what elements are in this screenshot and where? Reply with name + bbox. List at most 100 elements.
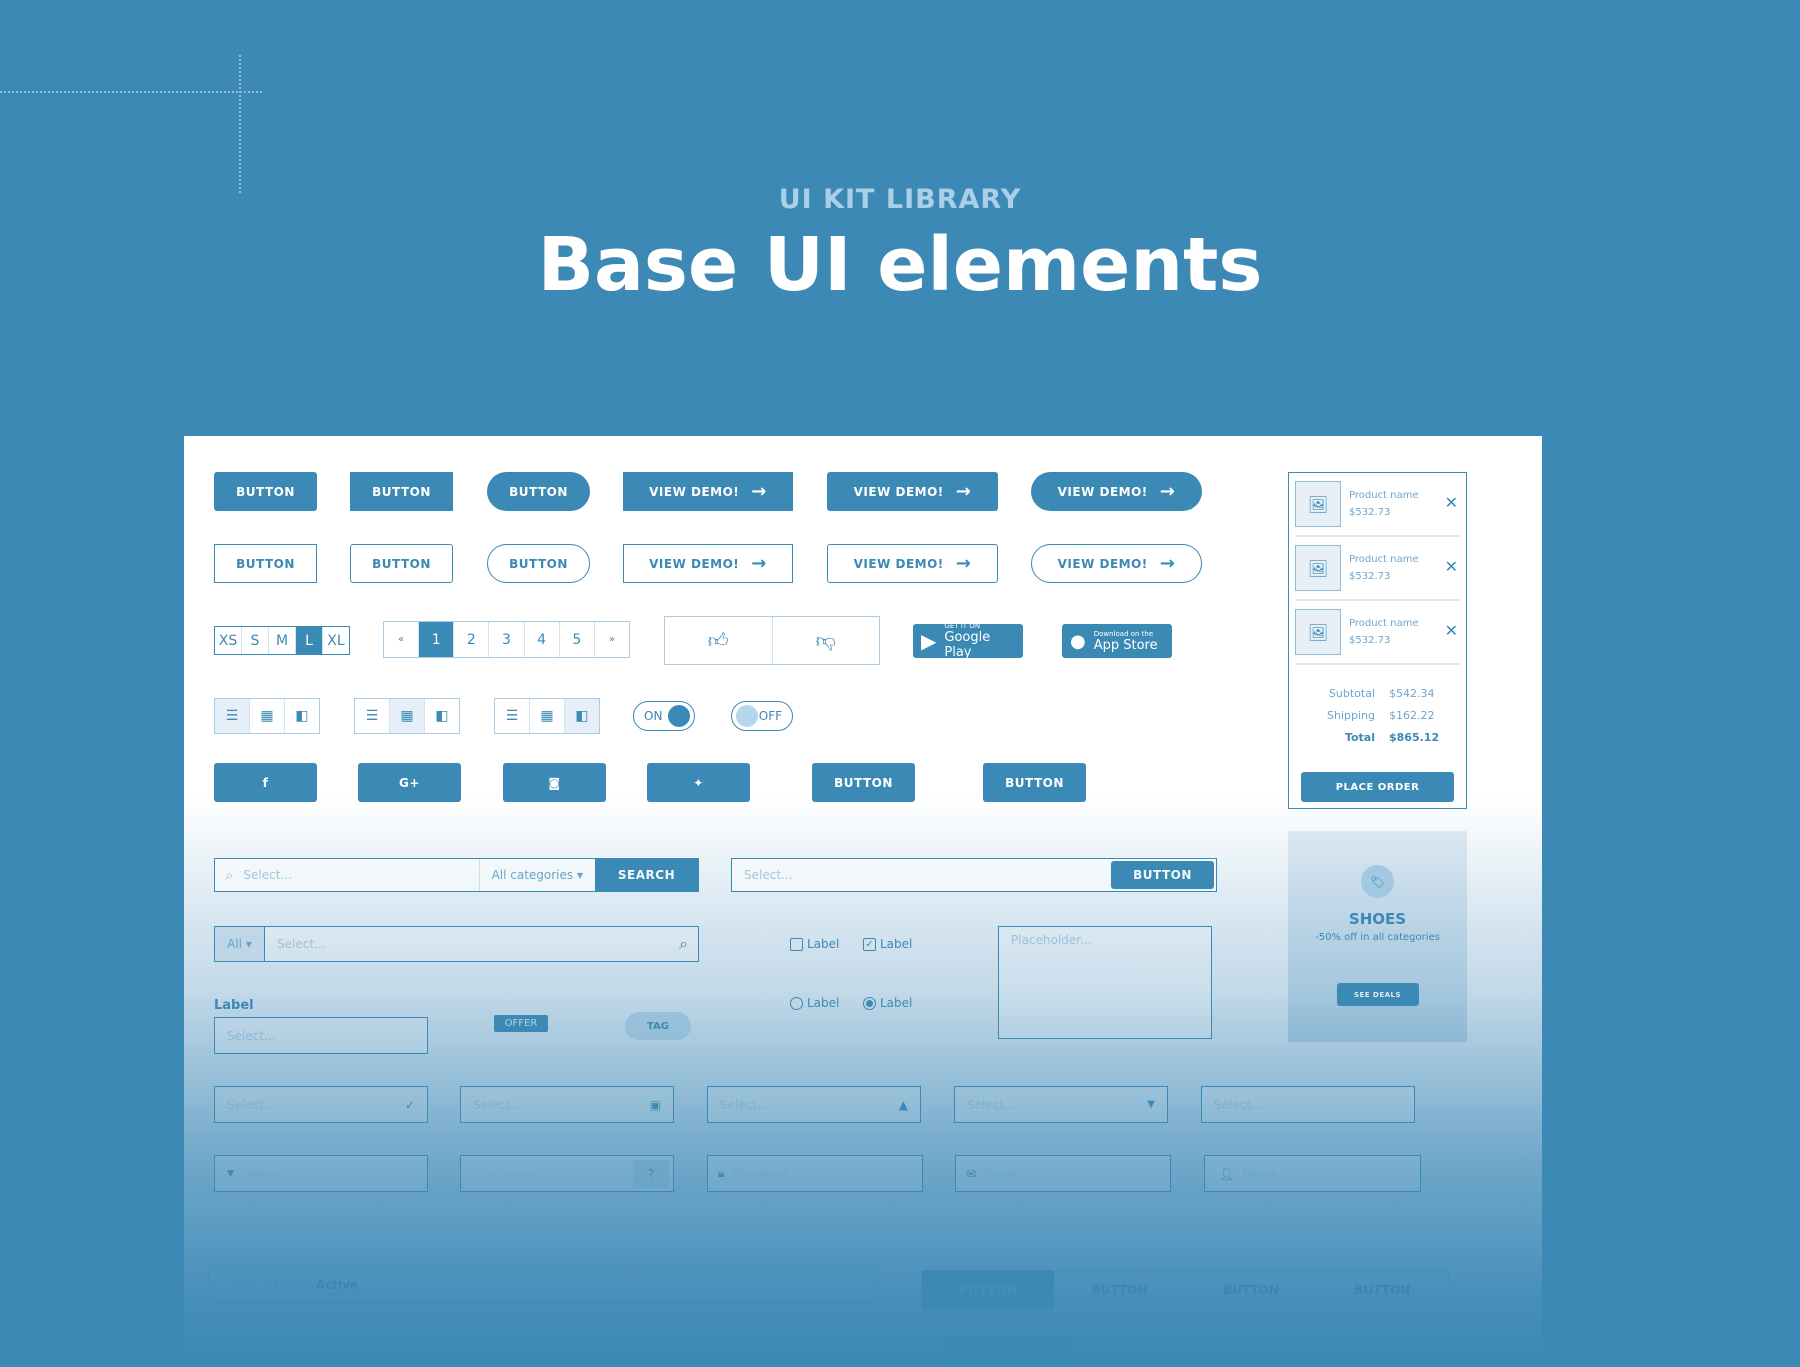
button-filled[interactable]: BUTTON	[983, 763, 1086, 802]
toggle-on[interactable]: ON	[633, 701, 695, 731]
page-4[interactable]: 4	[525, 622, 560, 657]
total-value: $865.12	[1389, 731, 1440, 744]
view-demo-button-pill[interactable]: VIEW DEMO! →	[1031, 472, 1202, 511]
select-left-caret[interactable]: ▼ Select...	[214, 1155, 428, 1192]
card-number-input[interactable]: ····-····-····-····?	[460, 1155, 674, 1192]
thumbs-up-icon[interactable]: 👍︎	[665, 617, 773, 664]
view-demo-outline-button[interactable]: VIEW DEMO! →	[827, 544, 998, 583]
tab-button[interactable]: BUTTON	[1185, 1283, 1316, 1297]
size-l[interactable]: L	[296, 627, 323, 654]
password-input[interactable]: 🔒︎ Password	[707, 1155, 923, 1192]
search-button[interactable]: SEARCH	[595, 859, 698, 891]
search-input[interactable]: Select...	[243, 868, 478, 882]
arrow-right-icon: →	[1159, 553, 1176, 574]
filter-dropdown[interactable]: All ▾	[215, 927, 265, 961]
select-dropdown[interactable]: Select... ▼	[954, 1086, 1168, 1123]
radio-label: Label	[880, 996, 913, 1010]
size-xl[interactable]: XL	[323, 627, 349, 654]
grid-view-icon[interactable]: ▦	[250, 699, 285, 733]
tab-active[interactable]: BUTTON	[922, 1270, 1054, 1309]
text-input[interactable]: Select...	[744, 868, 792, 882]
cart-item: 🖼︎ Product name $532.73 ✕	[1295, 473, 1460, 537]
grid-view-icon[interactable]: ▦	[390, 699, 425, 733]
page-1[interactable]: 1	[419, 622, 455, 657]
instagram-button[interactable]: ◙	[503, 763, 606, 802]
remove-icon[interactable]: ✕	[1445, 557, 1458, 576]
card-mask: ····-····-····-····	[473, 1166, 548, 1181]
page-3[interactable]: 3	[489, 622, 525, 657]
button-outline[interactable]: BUTTON	[214, 544, 317, 583]
breadcrumb: Link › Link › Active	[208, 1266, 875, 1303]
facebook-button[interactable]: f	[214, 763, 317, 802]
labeled-input[interactable]: Select...	[214, 1017, 428, 1054]
view-demo-outline-pill[interactable]: VIEW DEMO! →	[1031, 544, 1202, 583]
google-plus-button[interactable]: G+	[358, 763, 461, 802]
help-icon[interactable]: ?	[633, 1159, 669, 1188]
tab-button[interactable]: BUTTON	[1317, 1283, 1448, 1297]
thumbs-down-icon[interactable]: 👎︎	[773, 617, 880, 664]
user-icon: 👤︎	[1219, 1166, 1235, 1181]
button-outline-rounded[interactable]: BUTTON	[350, 544, 453, 583]
field-label: Label	[214, 998, 254, 1013]
place-order-button[interactable]: PLACE ORDER	[1301, 772, 1454, 802]
button-outline-pill[interactable]: BUTTON	[487, 544, 590, 583]
remove-icon[interactable]: ✕	[1445, 493, 1458, 512]
page-5[interactable]: 5	[560, 622, 595, 657]
masonry-view-icon[interactable]: ◧	[285, 699, 319, 733]
plain-input[interactable]: Select...	[1201, 1086, 1415, 1123]
checkbox-checked[interactable]: ✓ Label	[863, 937, 912, 951]
search-input[interactable]: Select...	[277, 937, 679, 951]
view-demo-button[interactable]: VIEW DEMO! →	[623, 472, 793, 511]
list-view-icon[interactable]: ☰	[215, 699, 250, 733]
partial-button	[941, 1337, 1073, 1367]
size-xs[interactable]: XS	[215, 627, 242, 654]
input-placeholder: Select...	[720, 1097, 769, 1112]
page-2[interactable]: 2	[454, 622, 490, 657]
pagination-prev[interactable]: «	[384, 622, 420, 657]
date-input[interactable]: Select... ▣	[460, 1086, 674, 1123]
list-view-icon[interactable]: ☰	[495, 699, 530, 733]
masonry-view-icon[interactable]: ◧	[425, 699, 459, 733]
input-button[interactable]: BUTTON	[1111, 861, 1214, 889]
google-play-badge[interactable]: ▶ GET IT ON Google Play	[913, 622, 1023, 660]
promo-subtitle: -50% off in all categories	[1315, 932, 1440, 943]
button-filled-square[interactable]: BUTTON	[350, 472, 453, 511]
warning-input[interactable]: Select... ▲	[707, 1086, 921, 1123]
size-m[interactable]: M	[269, 627, 296, 654]
button-filled[interactable]: BUTTON	[214, 472, 317, 511]
masonry-view-icon[interactable]: ◧	[565, 699, 599, 733]
remove-icon[interactable]: ✕	[1445, 621, 1458, 640]
cart-item: 🖼︎ Product name $532.73 ✕	[1295, 537, 1460, 601]
radio-label: Label	[807, 996, 840, 1010]
button-filled[interactable]: BUTTON	[812, 763, 915, 802]
textarea[interactable]: Placeholder...	[998, 926, 1212, 1039]
valid-input[interactable]: Select... ✓	[214, 1086, 428, 1123]
size-s[interactable]: S	[242, 627, 269, 654]
twitter-button[interactable]: ✦	[647, 763, 750, 802]
pagination-next[interactable]: »	[595, 622, 629, 657]
calendar-icon[interactable]: ▣	[650, 1098, 661, 1112]
tab-button[interactable]: BUTTON	[1054, 1283, 1185, 1297]
product-name: Product name	[1349, 618, 1419, 629]
search-icon: ⌕	[225, 866, 234, 884]
name-input[interactable]: 👤︎ Name	[1204, 1155, 1421, 1192]
checkbox-unchecked[interactable]: Label	[790, 937, 839, 951]
view-demo-button[interactable]: VIEW DEMO! →	[827, 472, 998, 511]
email-input[interactable]: ✉ Email	[955, 1155, 1171, 1192]
play-icon: ▶	[921, 629, 937, 653]
toggle-off[interactable]: OFF	[731, 701, 793, 731]
radio-checked[interactable]: Label	[863, 996, 912, 1010]
search-icon[interactable]: ⌕	[679, 934, 688, 954]
list-view-icon[interactable]: ☰	[355, 699, 390, 733]
category-dropdown[interactable]: All categories ▾	[478, 859, 595, 891]
grid-view-icon[interactable]: ▦	[530, 699, 565, 733]
radio-unchecked[interactable]: Label	[790, 996, 839, 1010]
tag-chip[interactable]: TAG	[625, 1012, 691, 1040]
button-filled-pill[interactable]: BUTTON	[487, 472, 590, 511]
breadcrumb-link[interactable]: Link	[233, 1278, 258, 1292]
breadcrumb-link[interactable]: Link	[274, 1278, 299, 1292]
arrow-right-icon: →	[955, 481, 972, 502]
view-demo-outline-button[interactable]: VIEW DEMO! →	[623, 544, 793, 583]
app-store-badge[interactable]: ● Download on the App Store	[1062, 624, 1172, 658]
see-deals-button[interactable]: SEE DEALS	[1336, 983, 1419, 1006]
